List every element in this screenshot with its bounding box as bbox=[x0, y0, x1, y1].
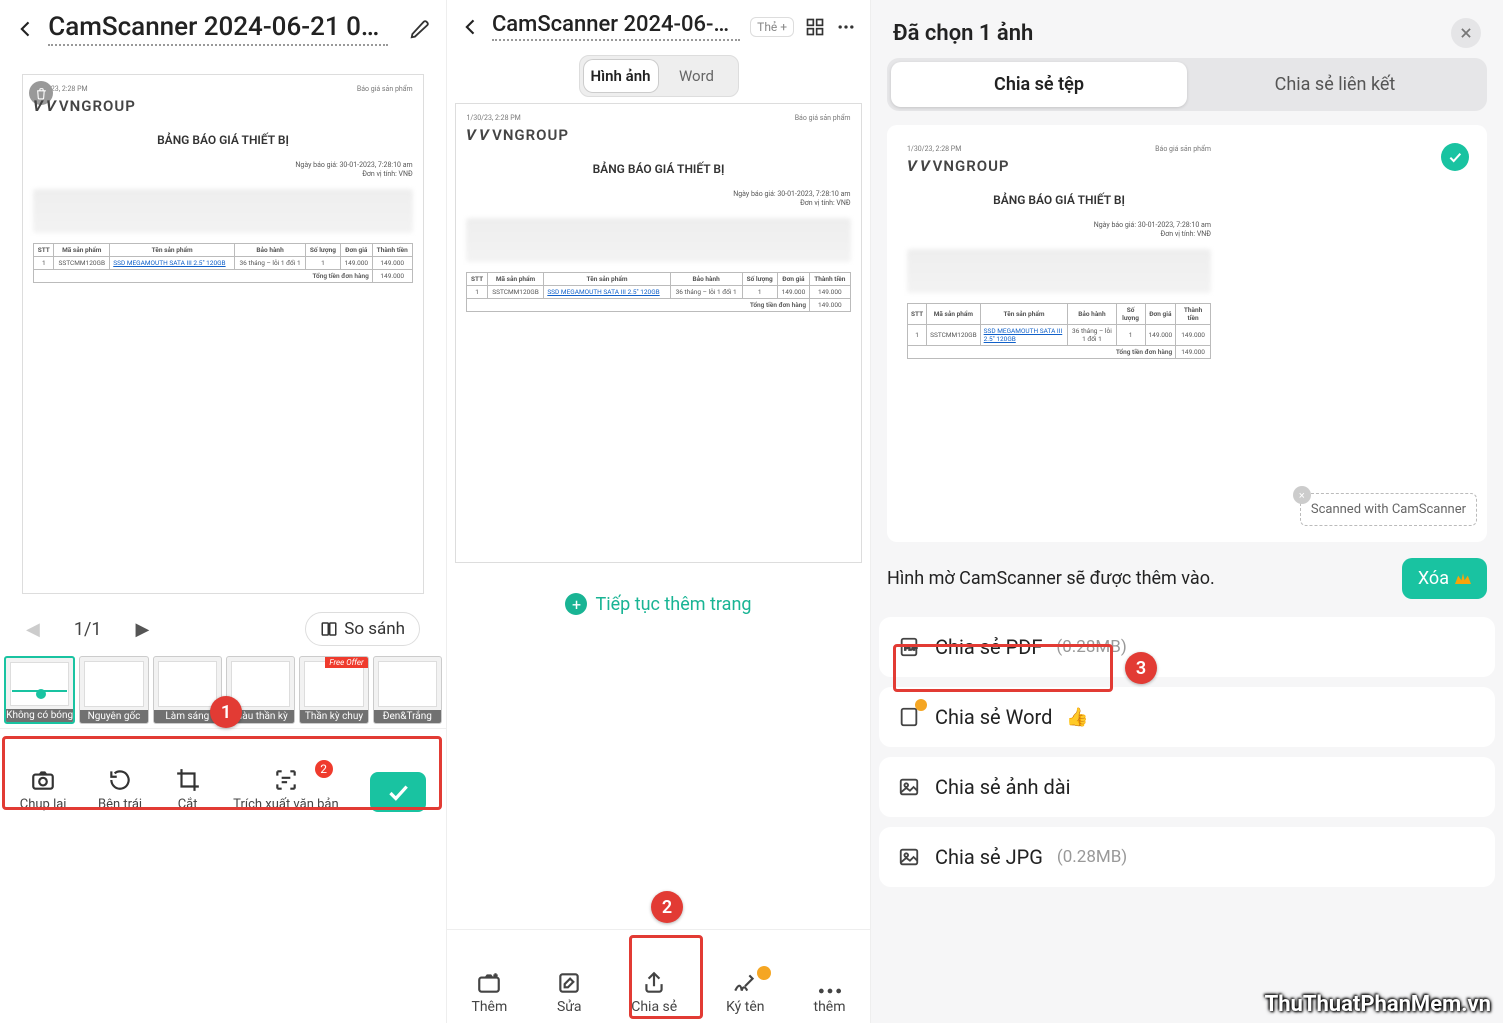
remove-watermark-icon[interactable]: × bbox=[1293, 486, 1311, 504]
back-button[interactable] bbox=[14, 16, 38, 42]
remove-watermark-button[interactable]: Xóa bbox=[1402, 558, 1487, 599]
doc-date: Ngày báo giá: 30-01-2023, 7:28:10 amĐơn … bbox=[33, 161, 412, 179]
compare-button[interactable]: So sánh bbox=[305, 612, 420, 646]
annotation-3: 3 bbox=[1125, 652, 1157, 684]
share-button[interactable]: Chia sẻ bbox=[631, 970, 677, 1015]
dots-icon bbox=[817, 986, 843, 996]
page-preview[interactable]: 1/30/23, 2:28 PMBáo giá sản phẩm VNGROUP… bbox=[455, 103, 861, 563]
filter-original[interactable]: Nguyên gốc bbox=[79, 656, 148, 724]
add-page-button[interactable]: + Tiếp tục thêm trang bbox=[447, 579, 870, 629]
crown-icon bbox=[1455, 568, 1471, 589]
doc-pagename: Báo giá sản phẩm bbox=[357, 85, 413, 93]
share-preview[interactable]: 1/30/23, 2:28 PMBáo giá sản phẩm VNGROUP… bbox=[887, 125, 1487, 542]
rotate-left-button[interactable]: Bên trái bbox=[98, 766, 142, 812]
doc-title[interactable]: CamScanner 2024-06-21 09.19 bbox=[48, 12, 388, 46]
crop-button[interactable]: Cắt bbox=[174, 766, 202, 812]
back-button[interactable] bbox=[461, 14, 482, 40]
annotation-1: 1 bbox=[210, 696, 242, 728]
doc-logo: VNGROUP bbox=[33, 97, 412, 115]
pdf-icon: PDF bbox=[897, 635, 921, 659]
tab-image[interactable]: Hình ảnh bbox=[583, 59, 659, 93]
crop-icon bbox=[174, 766, 202, 794]
share-word-option[interactable]: Chia sẻ Word 👍 bbox=[879, 687, 1495, 747]
more-icon[interactable] bbox=[835, 14, 856, 40]
sign-button[interactable]: Ký tên bbox=[726, 970, 764, 1015]
ocr-icon bbox=[272, 766, 300, 794]
watermark-strip[interactable]: × Scanned with CamScanner bbox=[1300, 493, 1477, 526]
filter-magic-pro[interactable]: Free OfferThần kỳ chuy bbox=[299, 656, 368, 724]
share-pdf-option[interactable]: PDF Chia sẻ PDF (0.28MB) bbox=[879, 617, 1495, 677]
word-icon bbox=[897, 705, 921, 729]
share-mode-segment: Chia sẻ tệp Chia sẻ liên kết bbox=[887, 58, 1487, 111]
plus-icon: + bbox=[565, 593, 587, 615]
share-jpg-option[interactable]: Chia sẻ JPG (0.28MB) bbox=[879, 827, 1495, 887]
close-button[interactable] bbox=[1451, 18, 1481, 48]
add-page-label: Tiếp tục thêm trang bbox=[595, 594, 751, 615]
retake-button[interactable]: Chụp lại bbox=[20, 766, 67, 812]
next-page-icon[interactable]: ▶ bbox=[136, 619, 150, 640]
edit-icon bbox=[556, 970, 582, 996]
site-watermark: ThuThuatPhanMem.vn bbox=[1265, 992, 1491, 1017]
rotate-icon bbox=[106, 766, 134, 794]
doc-table: STTMã sản phẩmTên sản phẩmBảo hànhSố lượ… bbox=[33, 243, 412, 283]
tag-chip[interactable]: Thẻ bbox=[750, 17, 794, 37]
confirm-button[interactable] bbox=[370, 772, 426, 812]
rename-icon[interactable] bbox=[408, 16, 432, 42]
thumbs-up-icon: 👍 bbox=[1066, 707, 1088, 728]
share-icon bbox=[641, 970, 667, 996]
watermark-message: Hình mờ CamScanner sẽ được thêm vào. bbox=[887, 566, 1215, 591]
page-preview[interactable]: 1/30/23, 2:28 PMBáo giá sản phẩm VNGROUP… bbox=[22, 74, 423, 594]
sheet-title: Đã chọn 1 ảnh bbox=[893, 21, 1033, 46]
format-tabs: Hình ảnh Word bbox=[579, 55, 739, 97]
image-icon bbox=[897, 775, 921, 799]
grid-view-icon[interactable] bbox=[804, 14, 825, 40]
filter-bw[interactable]: Đen&Trắng bbox=[373, 656, 442, 724]
signature-icon bbox=[732, 970, 758, 996]
tab-word[interactable]: Word bbox=[659, 59, 735, 93]
edit-button[interactable]: Sửa bbox=[556, 970, 582, 1015]
image-icon bbox=[897, 845, 921, 869]
page-indicator: 1/1 bbox=[74, 619, 102, 640]
new-dot-icon bbox=[757, 966, 771, 980]
selected-check-icon bbox=[1441, 143, 1469, 171]
add-button[interactable]: Thêm bbox=[471, 970, 507, 1015]
blurred-info bbox=[33, 189, 412, 233]
doc-heading: BẢNG BÁO GIÁ THIẾT BỊ bbox=[33, 133, 412, 147]
more-button[interactable]: thêm bbox=[814, 986, 846, 1015]
doc-title[interactable]: CamScanner 2024-06-21 09.19 bbox=[492, 12, 740, 41]
seg-link[interactable]: Chia sẻ liên kết bbox=[1187, 62, 1483, 107]
compare-label: So sánh bbox=[344, 619, 405, 639]
share-long-image-option[interactable]: Chia sẻ ảnh dài bbox=[879, 757, 1495, 817]
svg-text:PDF: PDF bbox=[904, 645, 917, 652]
camera-plus-icon bbox=[476, 970, 502, 996]
annotation-2: 2 bbox=[651, 891, 683, 923]
prev-page-icon[interactable]: ◀ bbox=[26, 619, 40, 640]
seg-file[interactable]: Chia sẻ tệp bbox=[891, 62, 1187, 107]
filter-no-shadow[interactable]: Không có bóng bbox=[4, 656, 75, 724]
ocr-badge: 2 bbox=[315, 760, 333, 778]
camera-icon bbox=[29, 766, 57, 794]
ocr-button[interactable]: 2 Trích xuất văn bản bbox=[233, 766, 339, 812]
